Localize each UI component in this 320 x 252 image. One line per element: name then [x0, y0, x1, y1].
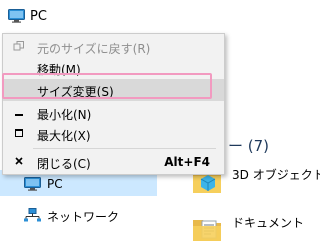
close-icon [13, 155, 25, 167]
title-bar: PC [0, 0, 297, 34]
pc-icon [24, 177, 41, 191]
close-shortcut: Alt+F4 [164, 155, 210, 169]
highlight-box [2, 73, 212, 99]
folder-label-3d-objects[interactable]: 3D オブジェクト [232, 166, 320, 183]
menu-item-minimize[interactable]: 最小化(N) [3, 102, 224, 124]
documents-folder-icon[interactable] [190, 212, 224, 246]
menu-item-restore-label: 元のサイズに戻す(R) [37, 42, 151, 56]
section-header[interactable]: ー (7) [228, 135, 269, 156]
menu-item-restore[interactable]: 元のサイズに戻す(R) [3, 36, 224, 58]
system-menu: 元のサイズに戻す(R) 移動(M) サイズ変更(S) 最小化(N) 最大化(X)… [2, 33, 225, 175]
window-title: PC [30, 9, 47, 24]
maximize-icon [13, 127, 25, 139]
network-icon [24, 208, 41, 222]
nav-item-pc-label[interactable]: PC [47, 177, 63, 191]
minimize-icon [13, 106, 25, 118]
menu-item-minimize-label: 最小化(N) [37, 108, 92, 122]
menu-separator [33, 148, 216, 149]
nav-item-network-label[interactable]: ネットワーク [47, 208, 119, 225]
menu-item-maximize-label: 最大化(X) [37, 129, 91, 143]
restore-icon [13, 40, 25, 52]
pc-icon[interactable] [8, 9, 25, 23]
menu-item-maximize[interactable]: 最大化(X) [3, 123, 224, 145]
folder-label-documents[interactable]: ドキュメント [232, 214, 304, 231]
menu-item-close-label: 閉じる(C) [37, 157, 91, 171]
menu-item-close[interactable]: 閉じる(C) Alt+F4 [3, 151, 224, 173]
